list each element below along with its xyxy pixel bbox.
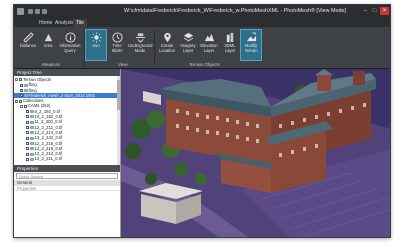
ruler-icon — [22, 32, 34, 43]
checkbox[interactable] — [26, 126, 29, 130]
group-divider — [154, 30, 155, 66]
underground-icon — [135, 33, 145, 43]
collapse-icon[interactable] — [15, 78, 18, 82]
image-icon — [30, 115, 34, 119]
location-pin-icon — [163, 32, 171, 43]
area-button[interactable]: Area — [38, 30, 58, 60]
checkbox[interactable] — [20, 83, 23, 87]
layers-icon — [183, 32, 193, 42]
group-label-terrain-objects: Terrain Objects — [189, 62, 220, 67]
clock-icon — [111, 32, 123, 43]
checkbox[interactable] — [26, 110, 29, 114]
checkbox[interactable] — [26, 157, 29, 161]
app-logo-icon — [17, 8, 24, 15]
3d-viewport[interactable] — [121, 69, 390, 237]
quick-search-input[interactable]: Quick Search — [16, 173, 118, 179]
tree-item-image[interactable]: 13_2_211_0.tif — [14, 156, 120, 161]
checkbox[interactable] — [26, 136, 29, 140]
checkbox[interactable] — [26, 120, 29, 124]
tree-scrollbar-thumb[interactable] — [117, 80, 120, 110]
group-label-measure: Measure — [42, 62, 60, 67]
maximize-button[interactable]: □ — [370, 7, 379, 15]
save-icon[interactable] — [28, 9, 33, 14]
modify-terrain-button[interactable]: Modify Terrain — [240, 29, 262, 61]
undo-icon[interactable] — [35, 9, 40, 14]
menu-tabs: Home Analysis Tile — [14, 18, 390, 27]
ribbon: Distance Area Information Query Measure … — [14, 27, 390, 69]
distance-button[interactable]: Distance — [18, 30, 38, 60]
tab-tile[interactable]: Tile — [73, 19, 87, 27]
imagery-layer-button[interactable]: Imagery Layer — [178, 30, 198, 60]
checkbox[interactable] — [26, 147, 29, 151]
3dml-icon — [226, 32, 233, 43]
checkbox[interactable] — [19, 78, 22, 82]
image-icon — [30, 120, 34, 124]
create-location-button[interactable]: Create Location — [157, 30, 177, 60]
modify-terrain-icon — [246, 32, 256, 42]
area-icon — [44, 33, 52, 42]
project-tree-header: Project Tree — [14, 69, 120, 76]
collapse-icon[interactable] — [20, 104, 23, 108]
sun-button[interactable]: Sun — [85, 29, 107, 61]
image-icon — [30, 110, 34, 114]
3dml-layer-button[interactable]: 3DML Layer — [220, 30, 240, 60]
checkbox[interactable] — [26, 131, 29, 135]
folder-icon[interactable] — [42, 9, 47, 14]
time-slider-button[interactable]: Time Slider — [107, 30, 127, 60]
elevation-layer-button[interactable]: Elevation Layer — [199, 30, 219, 60]
title-bar: W:\cfm\data\Frederick\Frederick_W\Freder… — [14, 5, 390, 18]
image-icon — [30, 136, 34, 140]
sun-icon — [90, 32, 102, 43]
group-divider — [84, 30, 85, 66]
collapse-icon[interactable] — [15, 99, 18, 103]
checkbox[interactable] — [20, 94, 23, 98]
image-icon — [30, 152, 34, 156]
project-tree: Terrain Objects fbng fbng Frederick_mesh… — [14, 76, 120, 165]
image-icon — [30, 157, 34, 161]
properties-row: Properties — [14, 186, 120, 191]
properties-header: Properties — [14, 165, 120, 172]
left-panel: Project Tree Terrain Objects fbng fbng F… — [14, 69, 121, 237]
checkbox[interactable] — [26, 141, 29, 145]
image-icon — [30, 141, 34, 145]
app-window: W:\cfm\data\Frederick\Frederick_W\Freder… — [13, 4, 391, 238]
window-title: W:\cfm\data\Frederick\Frederick_W\Freder… — [124, 8, 346, 14]
image-icon — [30, 126, 34, 130]
mesh-icon — [24, 94, 28, 98]
checkbox[interactable] — [20, 88, 23, 92]
minimize-button[interactable]: – — [361, 7, 370, 15]
checkbox[interactable] — [19, 99, 22, 103]
group-label-view: View — [118, 62, 128, 67]
checkbox[interactable] — [24, 104, 27, 108]
information-icon — [64, 32, 76, 43]
elevation-icon — [204, 33, 214, 42]
underground-mode-button[interactable]: Underground Mode — [128, 30, 152, 60]
mesh-scene — [121, 69, 390, 237]
layer-icon — [24, 83, 28, 87]
information-query-button[interactable]: Information Query — [58, 30, 82, 60]
layer-icon — [24, 88, 28, 92]
checkbox[interactable] — [26, 115, 29, 119]
image-icon — [30, 131, 34, 135]
close-button[interactable]: × — [380, 7, 389, 15]
checkbox[interactable] — [26, 152, 29, 156]
image-icon — [30, 147, 34, 151]
